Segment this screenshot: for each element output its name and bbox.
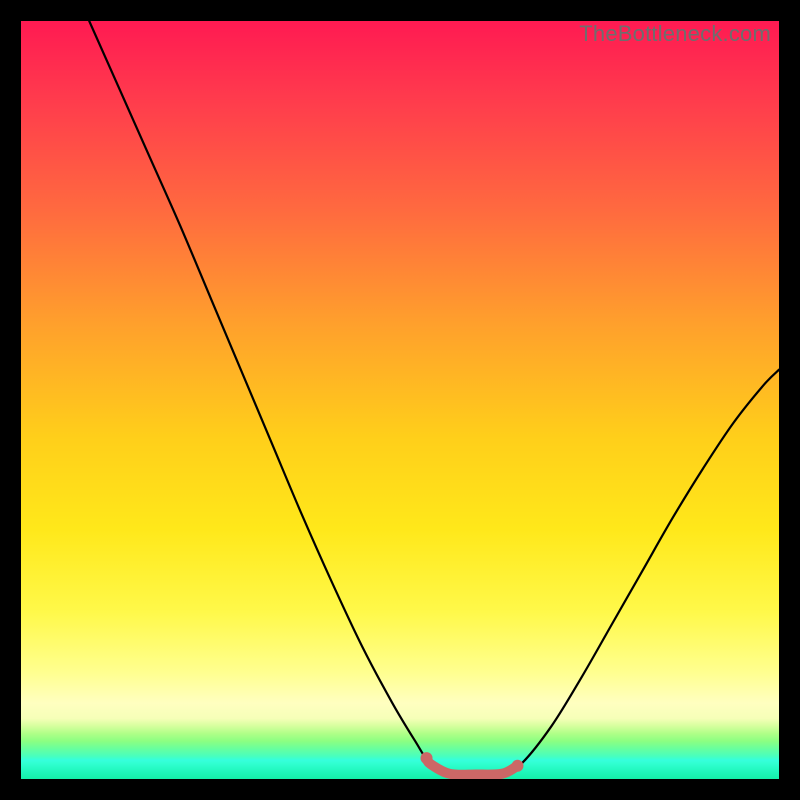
chart-outer-frame: TheBottleneck.com: [0, 0, 800, 800]
bottleneck-curve: [89, 21, 779, 775]
chart-plot-area: TheBottleneck.com: [21, 21, 779, 779]
bottleneck-curve-sweet-spot: [427, 758, 518, 775]
chart-line-layer: [21, 21, 779, 779]
watermark-text: TheBottleneck.com: [579, 21, 771, 47]
sweet-spot-end-dot: [511, 760, 523, 772]
sweet-spot-start-dot: [421, 752, 433, 764]
